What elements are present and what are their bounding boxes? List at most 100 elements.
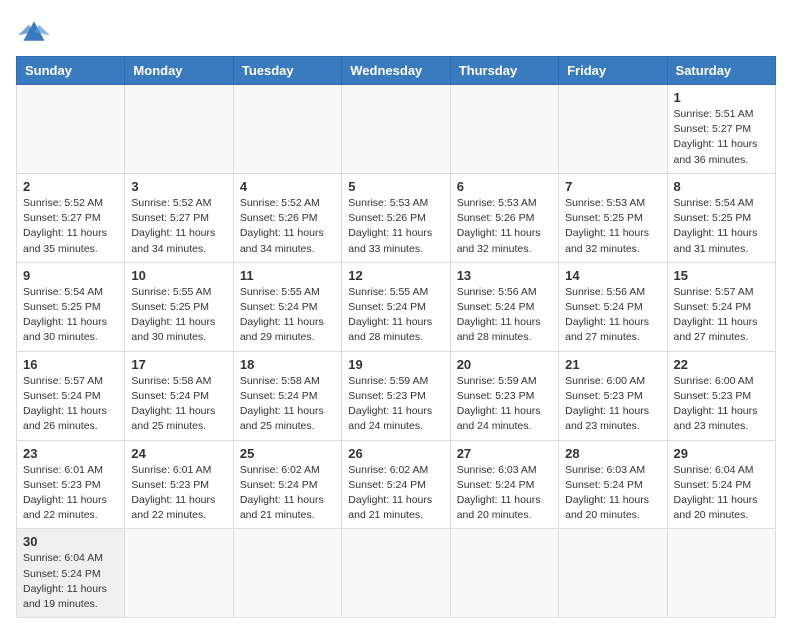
- calendar-day-8: 8 Sunrise: 5:54 AM Sunset: 5:25 PM Daylig…: [667, 173, 775, 262]
- page-header: [16, 16, 776, 46]
- day-info: Sunrise: 6:03 AM Sunset: 5:24 PM Dayligh…: [565, 463, 660, 524]
- calendar-day-27: 27Sunrise: 6:03 AM Sunset: 5:24 PM Dayli…: [450, 440, 558, 529]
- day-number: 5: [348, 179, 443, 194]
- day-number: 17: [131, 357, 226, 372]
- calendar-empty: [125, 85, 233, 174]
- day-info: Sunrise: 5:52 AM Sunset: 5:27 PM Dayligh…: [131, 196, 226, 257]
- calendar-header: SundayMondayTuesdayWednesdayThursdayFrid…: [17, 57, 776, 85]
- day-info: Sunrise: 5:54 AM Sunset: 5:25 PM Dayligh…: [674, 196, 769, 257]
- calendar-empty: [559, 529, 667, 618]
- day-number: 7: [565, 179, 660, 194]
- day-number: 10: [131, 268, 226, 283]
- weekday-header-tuesday: Tuesday: [233, 57, 341, 85]
- calendar-day-13: 13 Sunrise: 5:56 AM Sunset: 5:24 PM Dayli…: [450, 262, 558, 351]
- day-info: Sunrise: 5:52 AM Sunset: 5:27 PM Dayligh…: [23, 196, 118, 257]
- day-number: 19: [348, 357, 443, 372]
- day-number: 23: [23, 446, 118, 461]
- day-info: Sunrise: 5:59 AM Sunset: 5:23 PM Dayligh…: [457, 374, 552, 435]
- day-number: 28: [565, 446, 660, 461]
- calendar-day-23: 23Sunrise: 6:01 AM Sunset: 5:23 PM Dayli…: [17, 440, 125, 529]
- calendar-week-3: 9 Sunrise: 5:54 AM Sunset: 5:25 PM Daylig…: [17, 262, 776, 351]
- calendar-empty: [342, 85, 450, 174]
- weekday-header-monday: Monday: [125, 57, 233, 85]
- day-info: Sunrise: 6:04 AM Sunset: 5:24 PM Dayligh…: [674, 463, 769, 524]
- calendar-week-4: 16Sunrise: 5:57 AM Sunset: 5:24 PM Dayli…: [17, 351, 776, 440]
- calendar-empty: [125, 529, 233, 618]
- day-info: Sunrise: 5:57 AM Sunset: 5:24 PM Dayligh…: [674, 285, 769, 346]
- calendar-day-10: 10Sunrise: 5:55 AM Sunset: 5:25 PM Dayli…: [125, 262, 233, 351]
- day-number: 12: [348, 268, 443, 283]
- day-number: 18: [240, 357, 335, 372]
- calendar-day-24: 24 Sunrise: 6:01 AM Sunset: 5:23 PM Dayli…: [125, 440, 233, 529]
- day-info: Sunrise: 5:55 AM Sunset: 5:24 PM Dayligh…: [348, 285, 443, 346]
- day-info: Sunrise: 5:53 AM Sunset: 5:26 PM Dayligh…: [348, 196, 443, 257]
- day-info: Sunrise: 5:57 AM Sunset: 5:24 PM Dayligh…: [23, 374, 118, 435]
- calendar-day-28: 28 Sunrise: 6:03 AM Sunset: 5:24 PM Dayli…: [559, 440, 667, 529]
- logo: [16, 16, 56, 46]
- day-number: 21: [565, 357, 660, 372]
- calendar-empty: [233, 529, 341, 618]
- day-info: Sunrise: 5:55 AM Sunset: 5:24 PM Dayligh…: [240, 285, 335, 346]
- weekday-header-saturday: Saturday: [667, 57, 775, 85]
- calendar-table: SundayMondayTuesdayWednesdayThursdayFrid…: [16, 56, 776, 618]
- weekday-header-wednesday: Wednesday: [342, 57, 450, 85]
- calendar-week-5: 23 Sunrise: 6:01 AM Sunset: 5:23 PM Dayli…: [17, 440, 776, 529]
- day-number: 6: [457, 179, 552, 194]
- calendar-empty: [450, 85, 558, 174]
- calendar-day-22: 22Sunrise: 6:00 AM Sunset: 5:23 PM Dayli…: [667, 351, 775, 440]
- day-number: 2: [23, 179, 118, 194]
- calendar-day-11: 11 Sunrise: 5:55 AM Sunset: 5:24 PM Dayli…: [233, 262, 341, 351]
- calendar-empty: [559, 85, 667, 174]
- calendar-day-20: 20 Sunrise: 5:59 AM Sunset: 5:23 PM Dayli…: [450, 351, 558, 440]
- day-number: 1: [674, 90, 769, 105]
- day-info: Sunrise: 6:04 AM Sunset: 5:24 PM Dayligh…: [23, 551, 118, 612]
- calendar-week-6: 30 Sunrise: 6:04 AM Sunset: 5:24 PM Dayli…: [17, 529, 776, 618]
- day-info: Sunrise: 5:51 AM Sunset: 5:27 PM Dayligh…: [674, 107, 769, 168]
- calendar-day-15: 15Sunrise: 5:57 AM Sunset: 5:24 PM Dayli…: [667, 262, 775, 351]
- calendar-day-6: 6 Sunrise: 5:53 AM Sunset: 5:26 PM Daylig…: [450, 173, 558, 262]
- calendar-day-19: 19 Sunrise: 5:59 AM Sunset: 5:23 PM Dayli…: [342, 351, 450, 440]
- day-info: Sunrise: 5:54 AM Sunset: 5:25 PM Dayligh…: [23, 285, 118, 346]
- calendar-day-1: 1 Sunrise: 5:51 AM Sunset: 5:27 PM Daylig…: [667, 85, 775, 174]
- calendar-body: 1 Sunrise: 5:51 AM Sunset: 5:27 PM Daylig…: [17, 85, 776, 618]
- logo-icon: [16, 16, 52, 46]
- day-number: 29: [674, 446, 769, 461]
- calendar-week-2: 2 Sunrise: 5:52 AM Sunset: 5:27 PM Daylig…: [17, 173, 776, 262]
- weekday-header-thursday: Thursday: [450, 57, 558, 85]
- calendar-empty: [233, 85, 341, 174]
- day-info: Sunrise: 5:53 AM Sunset: 5:25 PM Dayligh…: [565, 196, 660, 257]
- day-number: 11: [240, 268, 335, 283]
- calendar-day-3: 3Sunrise: 5:52 AM Sunset: 5:27 PM Daylig…: [125, 173, 233, 262]
- day-number: 13: [457, 268, 552, 283]
- day-info: Sunrise: 6:00 AM Sunset: 5:23 PM Dayligh…: [674, 374, 769, 435]
- calendar-day-14: 14Sunrise: 5:56 AM Sunset: 5:24 PM Dayli…: [559, 262, 667, 351]
- day-info: Sunrise: 5:59 AM Sunset: 5:23 PM Dayligh…: [348, 374, 443, 435]
- calendar-empty: [450, 529, 558, 618]
- calendar-day-7: 7 Sunrise: 5:53 AM Sunset: 5:25 PM Daylig…: [559, 173, 667, 262]
- day-number: 27: [457, 446, 552, 461]
- day-number: 9: [23, 268, 118, 283]
- day-number: 25: [240, 446, 335, 461]
- day-number: 30: [23, 534, 118, 549]
- calendar-week-1: 1 Sunrise: 5:51 AM Sunset: 5:27 PM Daylig…: [17, 85, 776, 174]
- day-info: Sunrise: 5:52 AM Sunset: 5:26 PM Dayligh…: [240, 196, 335, 257]
- calendar-day-21: 21 Sunrise: 6:00 AM Sunset: 5:23 PM Dayli…: [559, 351, 667, 440]
- day-info: Sunrise: 5:53 AM Sunset: 5:26 PM Dayligh…: [457, 196, 552, 257]
- day-info: Sunrise: 5:58 AM Sunset: 5:24 PM Dayligh…: [131, 374, 226, 435]
- day-info: Sunrise: 6:00 AM Sunset: 5:23 PM Dayligh…: [565, 374, 660, 435]
- day-info: Sunrise: 5:56 AM Sunset: 5:24 PM Dayligh…: [565, 285, 660, 346]
- calendar-day-5: 5 Sunrise: 5:53 AM Sunset: 5:26 PM Daylig…: [342, 173, 450, 262]
- day-number: 20: [457, 357, 552, 372]
- day-info: Sunrise: 6:01 AM Sunset: 5:23 PM Dayligh…: [131, 463, 226, 524]
- day-number: 26: [348, 446, 443, 461]
- calendar-day-26: 26Sunrise: 6:02 AM Sunset: 5:24 PM Dayli…: [342, 440, 450, 529]
- calendar-empty: [17, 85, 125, 174]
- calendar-day-16: 16Sunrise: 5:57 AM Sunset: 5:24 PM Dayli…: [17, 351, 125, 440]
- day-number: 24: [131, 446, 226, 461]
- calendar-empty: [342, 529, 450, 618]
- day-info: Sunrise: 5:56 AM Sunset: 5:24 PM Dayligh…: [457, 285, 552, 346]
- day-info: Sunrise: 6:02 AM Sunset: 5:24 PM Dayligh…: [240, 463, 335, 524]
- calendar-day-17: 17 Sunrise: 5:58 AM Sunset: 5:24 PM Dayli…: [125, 351, 233, 440]
- calendar-day-12: 12 Sunrise: 5:55 AM Sunset: 5:24 PM Dayli…: [342, 262, 450, 351]
- day-number: 8: [674, 179, 769, 194]
